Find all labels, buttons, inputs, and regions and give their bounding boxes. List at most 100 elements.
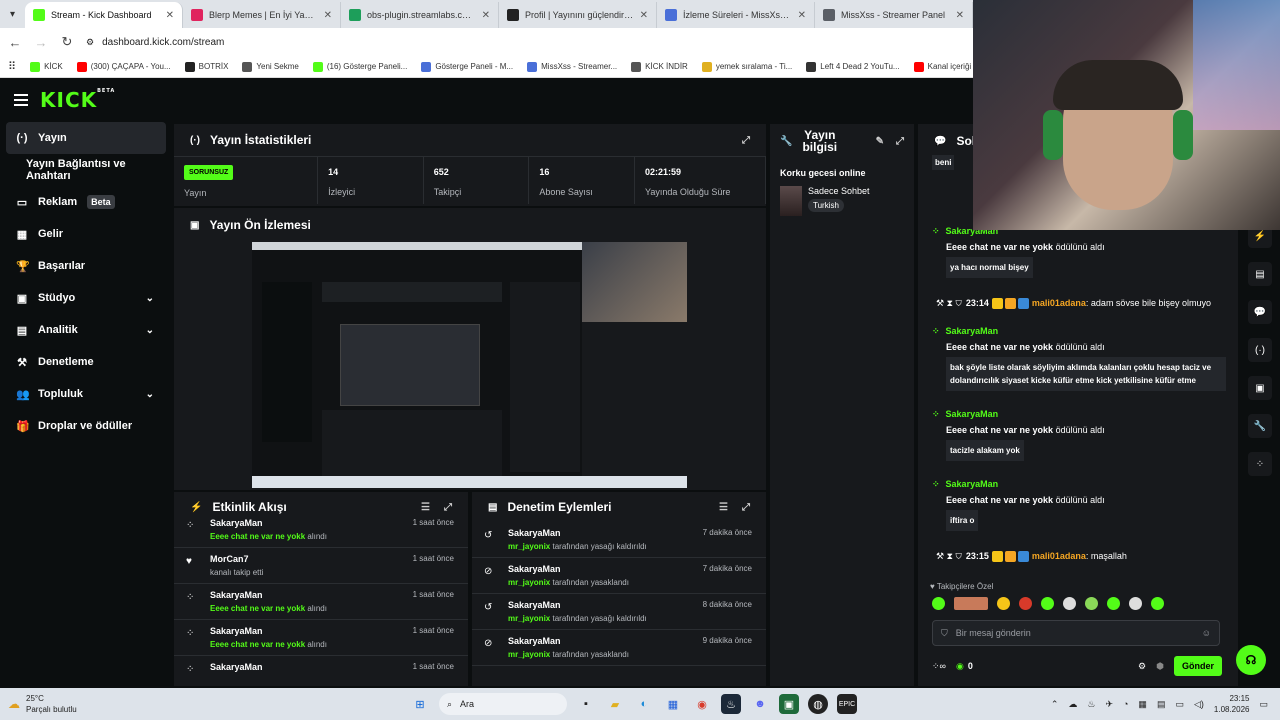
moderated-username[interactable]: SakaryaMan [508,600,693,610]
app-icon[interactable]: ▣ [779,694,799,714]
start-icon[interactable]: ⊞ [410,694,430,714]
emoji-icon[interactable]: ☺ [1202,628,1211,638]
bookmark-item[interactable]: MissXss - Streamer... [527,61,617,72]
chat-username[interactable]: SakaryaMan [946,326,999,336]
notification-icon[interactable]: ▭ [1259,699,1268,710]
expand-icon[interactable]: ⤢ [444,502,452,513]
tray-app5-icon[interactable]: ▤ [1157,699,1166,710]
send-button[interactable]: Gönder [1173,656,1222,676]
kick-logo[interactable]: KICKBETA [40,88,115,112]
expand-icon[interactable]: ⤢ [742,502,750,513]
emote-icon[interactable] [1063,597,1076,610]
preview-icon[interactable]: ▣ [1248,376,1272,400]
moderator-name[interactable]: mr_jayonix [508,650,550,659]
emote-icon[interactable] [997,597,1010,610]
filter-icon[interactable]: ☰ [421,502,430,513]
chat-username[interactable]: SakaryaMan [946,409,999,419]
bookmark-item[interactable]: BOTRİX [184,61,228,72]
browser-tab[interactable]: Blerp Memes | En İyi Yayıncı Deste ✕ [183,2,341,28]
broadcast-icon[interactable]: (·) [1248,338,1272,362]
tray-steam-icon[interactable]: ♨ [1087,699,1095,710]
channel-points-icon[interactable]: ⁘ [1248,452,1272,476]
chat-input[interactable]: ⛉ Bir mesaj gönderin ☺ [932,620,1220,646]
activity-username[interactable]: SakaryaMan [210,518,403,528]
sidebar-item[interactable]: ▤ Analitik ⌄ [0,314,172,346]
edge-icon[interactable]: ◐ [634,694,654,714]
emote-icon[interactable] [1151,597,1164,610]
chat-username[interactable]: mali01adana [1032,298,1086,308]
network-icon[interactable]: ▭ [1175,699,1184,710]
bookmark-item[interactable]: Gösterge Paneli - M... [421,61,513,72]
chevron-down-icon[interactable]: ⌄ [146,325,154,336]
bookmark-item[interactable]: yemek sıralama - Ti... [701,61,792,72]
moderator-name[interactable]: mr_jayonix [508,614,550,623]
browser-tab[interactable]: Stream - Kick Dashboard ✕ [25,2,183,28]
file-explorer-icon[interactable]: ▰ [605,694,625,714]
clock[interactable]: 23:15 1.08.2026 [1214,693,1250,715]
bookmark-item[interactable]: Yeni Sekme [242,61,299,72]
emote-icon[interactable] [1085,597,1098,610]
chat-icon[interactable]: 💬 [1248,300,1272,324]
filter-icon[interactable]: ☰ [719,502,728,513]
browser-tab[interactable]: İzleme Süreleri - MissXss AI Bot ✕ [657,2,815,28]
sidebar-item[interactable]: ▭ Reklam Beta [0,186,172,218]
apps-grid-icon[interactable]: ⠿ [8,60,16,73]
expand-icon[interactable]: ⤢ [896,136,904,147]
sidebar-item[interactable]: 👥 Topluluk ⌄ [0,378,172,410]
chevron-down-icon[interactable]: ⌄ [146,293,154,304]
tab-close-icon[interactable]: ✕ [324,10,332,21]
tray-app-icon[interactable]: ☁ [1068,699,1077,710]
chat-username[interactable]: SakaryaMan [946,479,999,489]
chat-mod-icon[interactable]: ⬢ [1156,661,1164,672]
moderator-name[interactable]: mr_jayonix [508,542,550,551]
back-icon[interactable]: ← [8,35,22,50]
activity-username[interactable]: MorCan7 [210,554,403,564]
weather-widget[interactable]: ☁ 25°C Parçalı bulutlu [0,693,200,715]
activity-username[interactable]: SakaryaMan [210,626,403,636]
sidebar-item[interactable]: Yayın Bağlantısı ve Anahtarı [0,154,172,186]
bookmark-item[interactable]: (300) ÇAÇAPA - You... [76,61,171,72]
tray-chevron-icon[interactable]: ⌃ [1051,699,1059,710]
emote-icon[interactable] [1107,597,1120,610]
emote-icon[interactable] [1129,597,1142,610]
expand-icon[interactable]: ⤢ [742,135,750,146]
bookmark-item[interactable]: KİCK İNDİR [631,61,688,72]
settings-icon[interactable]: ⚙ [1138,661,1146,672]
emote-icon[interactable] [1041,597,1054,610]
chat-username[interactable]: mali01adana [1032,551,1086,561]
wrench-icon[interactable]: 🔧 [1248,414,1272,438]
reload-icon[interactable]: ↻ [60,34,74,50]
sidebar-item[interactable]: 🏆 Başarılar [0,250,172,282]
tray-app2-icon[interactable]: ✈ [1105,699,1113,710]
moderated-username[interactable]: SakaryaMan [508,528,693,538]
browser-tab[interactable]: obs-plugin.streamlabs.com/auth... ✕ [341,2,499,28]
moderated-username[interactable]: SakaryaMan [508,636,693,646]
help-button[interactable]: ☊ [1236,645,1266,675]
category-name[interactable]: Sadece Sohbet [808,186,870,196]
moderator-name[interactable]: mr_jayonix [508,578,550,587]
tray-app3-icon[interactable]: ◔ [1123,699,1128,709]
volume-icon[interactable]: ◁) [1194,699,1204,710]
discord-icon[interactable]: ☻ [750,694,770,714]
tray-app4-icon[interactable]: ▦ [1138,699,1147,710]
bookmark-item[interactable]: KİCK [30,61,63,72]
bookmark-item[interactable]: Left 4 Dead 2 YouTu... [806,61,900,72]
browser-tab[interactable]: Profil | Yayınını güçlendirmek için ✕ [499,2,657,28]
tab-list-dropdown-icon[interactable]: ▾ [0,0,25,28]
sidebar-item[interactable]: ⚒ Denetleme [0,346,172,378]
tab-close-icon[interactable]: ✕ [640,10,648,21]
url-field[interactable]: ⚙ dashboard.kick.com/stream [86,37,224,48]
sidebar-item[interactable]: 🎁 Droplar ve ödüller [0,410,172,442]
tab-close-icon[interactable]: ✕ [956,10,964,21]
emote-icon[interactable] [1019,597,1032,610]
channel-points-icon[interactable]: ⁘∞ [932,661,946,672]
obs-icon[interactable]: ◍ [808,694,828,714]
steam-icon[interactable]: ♨ [721,694,741,714]
moderated-username[interactable]: SakaryaMan [508,564,693,574]
bookmark-item[interactable]: (16) Gösterge Paneli... [312,61,407,72]
activity-username[interactable]: SakaryaMan [210,590,403,600]
edit-icon[interactable]: ✎ [876,136,884,147]
stream-preview-video[interactable] [252,242,687,488]
site-info-icon[interactable]: ⚙ [86,37,94,48]
emote-icon[interactable] [954,597,988,610]
